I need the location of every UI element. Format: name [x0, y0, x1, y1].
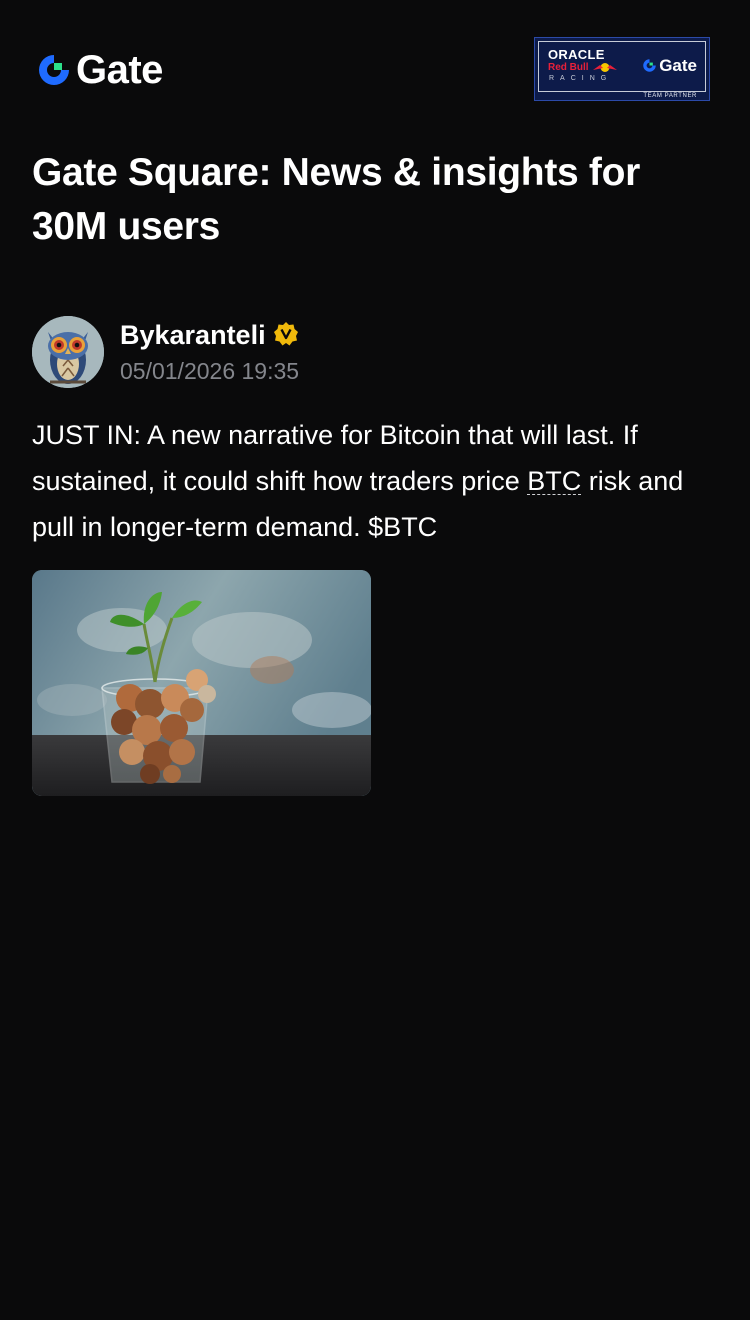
- partner-badge-frame: ORACLE Red Bull RACING Gate: [538, 41, 706, 92]
- red-bull-wordmark: Red Bull: [548, 62, 618, 73]
- gate-logo-icon: [643, 59, 656, 72]
- post-author: Bykaranteli 05/01/2026 19:35: [32, 316, 718, 388]
- post-timestamp: 05/01/2026 19:35: [120, 358, 300, 384]
- owl-avatar: [32, 316, 104, 388]
- badge-gate-logo: Gate: [642, 57, 697, 74]
- coin-jar-plant-image: [32, 570, 371, 796]
- red-bull-text: Red Bull: [548, 62, 589, 73]
- racing-text: RACING: [549, 75, 613, 82]
- oracle-wordmark: ORACLE: [548, 47, 605, 62]
- post-text: JUST IN: A new narrative for Bitcoin tha…: [32, 412, 718, 550]
- post-card: Bykaranteli 05/01/2026 19:35 JUST IN: A …: [32, 316, 718, 796]
- verified-badge-icon: [274, 322, 298, 346]
- gate-logo[interactable]: Gate: [36, 50, 163, 90]
- page: Gate ORACLE Red Bull RACING Gate TEAM PA…: [0, 0, 750, 1320]
- avatar[interactable]: [32, 316, 104, 388]
- team-partner-badge: ORACLE Red Bull RACING Gate TEAM PARTNER: [534, 37, 710, 101]
- post-image[interactable]: [32, 570, 371, 796]
- page-title: Gate Square: News & insights for 30M use…: [32, 151, 641, 248]
- red-bull-icon: [592, 63, 617, 72]
- author-name[interactable]: Bykaranteli: [120, 318, 266, 352]
- team-partner-label: TEAM PARTNER: [640, 93, 700, 99]
- btc-ticker-link[interactable]: BTC: [527, 466, 581, 496]
- badge-gate-text: Gate: [659, 56, 697, 75]
- gate-logo-icon: [39, 55, 69, 85]
- header: Gate ORACLE Red Bull RACING Gate TEAM PA…: [32, 36, 718, 104]
- logo-text: Gate: [76, 48, 163, 92]
